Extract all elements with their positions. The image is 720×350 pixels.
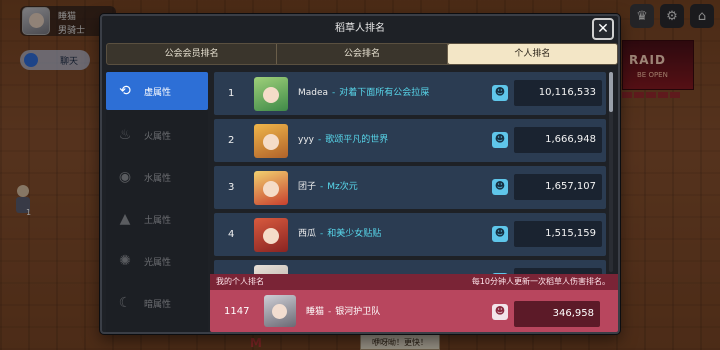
sidebar-item-water[interactable]: ◉ 水属性 — [106, 158, 208, 196]
player-avatar — [254, 218, 288, 252]
rank-number: 3 — [228, 182, 235, 193]
guild-name: Mz次元 — [327, 182, 358, 192]
update-note: 每10分钟人更新一次稻草人伤害排名。 — [471, 277, 610, 286]
sidebar-item-fire[interactable]: ♨ 火属性 — [106, 116, 208, 154]
my-name: 睡猫 — [306, 307, 325, 317]
ranking-row[interactable]: 3 团子 - Mz次元 ☻ 1,657,107 — [214, 166, 606, 209]
damage-score: 1,515,159 — [545, 228, 596, 239]
guild-emblem-icon: ☻ — [492, 179, 508, 195]
sidebar-item-dark[interactable]: ☾ 暗属性 — [106, 284, 208, 322]
ranking-row[interactable]: ☻ — [214, 260, 606, 274]
tab-guild-member-ranking[interactable]: 公会会员排名 — [107, 44, 276, 64]
dark-icon: ☾ — [118, 295, 132, 311]
sidebar-item-void[interactable]: ⟲ 虚属性 — [106, 72, 208, 110]
guild-emblem-icon: ☻ — [492, 85, 508, 101]
player-name: 西瓜 — [298, 229, 317, 239]
score-box: 1,515,159 — [514, 221, 602, 247]
guild-emblem-icon: ☻ — [492, 226, 508, 242]
sidebar-item-label: 火属性 — [144, 131, 172, 142]
rank-number: 4 — [228, 229, 235, 240]
modal-title: 稻草人排名 — [335, 23, 385, 34]
my-rank-number: 1147 — [224, 306, 250, 317]
score-box: 1,666,948 — [514, 127, 602, 153]
guild-name: 和美少女贴贴 — [327, 229, 382, 239]
player-entry: 团子 - Mz次元 — [298, 166, 358, 209]
rank-number: 2 — [228, 135, 235, 146]
player-avatar — [254, 77, 288, 111]
tab-personal-ranking[interactable]: 个人排名 — [447, 44, 617, 64]
player-avatar — [254, 171, 288, 205]
sidebar-item-earth[interactable]: ▲ 土属性 — [106, 200, 208, 238]
ranking-row[interactable]: 4 西瓜 - 和美少女贴贴 ☻ 1,515,159 — [214, 213, 606, 256]
ranking-tabs: 公会会员排名 公会排名 个人排名 — [106, 43, 618, 65]
damage-score: 1,666,948 — [545, 134, 596, 145]
light-icon: ✺ — [119, 253, 131, 269]
separator: - — [328, 307, 332, 317]
separator: - — [317, 135, 322, 145]
separator: - — [320, 182, 324, 192]
player-avatar — [254, 124, 288, 158]
my-guild: 银河护卫队 — [335, 307, 381, 317]
ranking-modal: 稻草人排名 ✕ 公会会员排名 公会排名 个人排名 ⟲ 虚属性 ♨ 火属性 ◉ 水… — [100, 14, 620, 334]
sidebar-item-label: 暗属性 — [144, 299, 172, 310]
sidebar-item-label: 光属性 — [144, 257, 172, 268]
ranking-row[interactable]: 1 Madea - 对着下面所有公会拉屎 ☻ 10,116,533 — [214, 72, 606, 115]
my-ranking-bar: 我的个人排名 每10分钟人更新一次稻草人伤害排名。 1147 睡猫 - 银河护卫队 … — [210, 274, 618, 332]
scroll-thumb[interactable] — [609, 72, 613, 112]
sidebar-item-light[interactable]: ✺ 光属性 — [106, 242, 208, 280]
sidebar-item-label: 水属性 — [144, 173, 172, 184]
fire-icon: ♨ — [118, 127, 132, 143]
ranking-scrollbar[interactable] — [609, 72, 613, 272]
damage-score: 1,657,107 — [545, 181, 596, 192]
close-button[interactable]: ✕ — [592, 18, 614, 40]
player-entry: Madea - 对着下面所有公会拉屎 — [298, 72, 429, 115]
sidebar-item-label: 土属性 — [144, 215, 172, 226]
player-entry: yyy - 歌颂平凡的世界 — [298, 119, 388, 162]
guild-emblem-icon: ☻ — [492, 132, 508, 148]
player-name: Madea — [298, 88, 329, 98]
rank-number: 1 — [228, 88, 235, 99]
player-name: yyy — [298, 135, 314, 145]
my-damage-score: 346,958 — [552, 308, 594, 319]
element-sidebar: ⟲ 虚属性 ♨ 火属性 ◉ 水属性 ▲ 土属性 ✺ 光属性 ☾ 暗属性 — [106, 70, 208, 332]
tab-guild-ranking[interactable]: 公会排名 — [277, 44, 446, 64]
separator: - — [320, 229, 324, 239]
separator: - — [332, 88, 336, 98]
sidebar-item-label: 虚属性 — [144, 87, 172, 98]
player-entry: 西瓜 - 和美少女贴贴 — [298, 213, 381, 256]
void-icon: ⟲ — [119, 83, 131, 99]
my-score-box: 346,958 — [514, 301, 600, 327]
my-entry: 睡猫 - 银河护卫队 — [306, 292, 380, 332]
my-avatar — [264, 295, 296, 327]
player-name: 团子 — [298, 182, 317, 192]
water-icon: ◉ — [118, 169, 132, 185]
earth-icon: ▲ — [119, 211, 131, 227]
ranking-list[interactable]: 1 Madea - 对着下面所有公会拉屎 ☻ 10,116,533 2 yyy - 歌颂… — [214, 70, 606, 274]
my-ranking-label: 我的个人排名 — [216, 277, 264, 286]
guild-emblem-icon: ☻ — [492, 304, 508, 320]
score-box: 1,657,107 — [514, 174, 602, 200]
ranking-row[interactable]: 2 yyy - 歌颂平凡的世界 ☻ 1,666,948 — [214, 119, 606, 162]
damage-score: 10,116,533 — [538, 87, 596, 98]
guild-name: 歌颂平凡的世界 — [325, 135, 389, 145]
guild-name: 对着下面所有公会拉屎 — [339, 88, 430, 98]
score-box: 10,116,533 — [514, 80, 602, 106]
player-avatar — [254, 265, 288, 274]
